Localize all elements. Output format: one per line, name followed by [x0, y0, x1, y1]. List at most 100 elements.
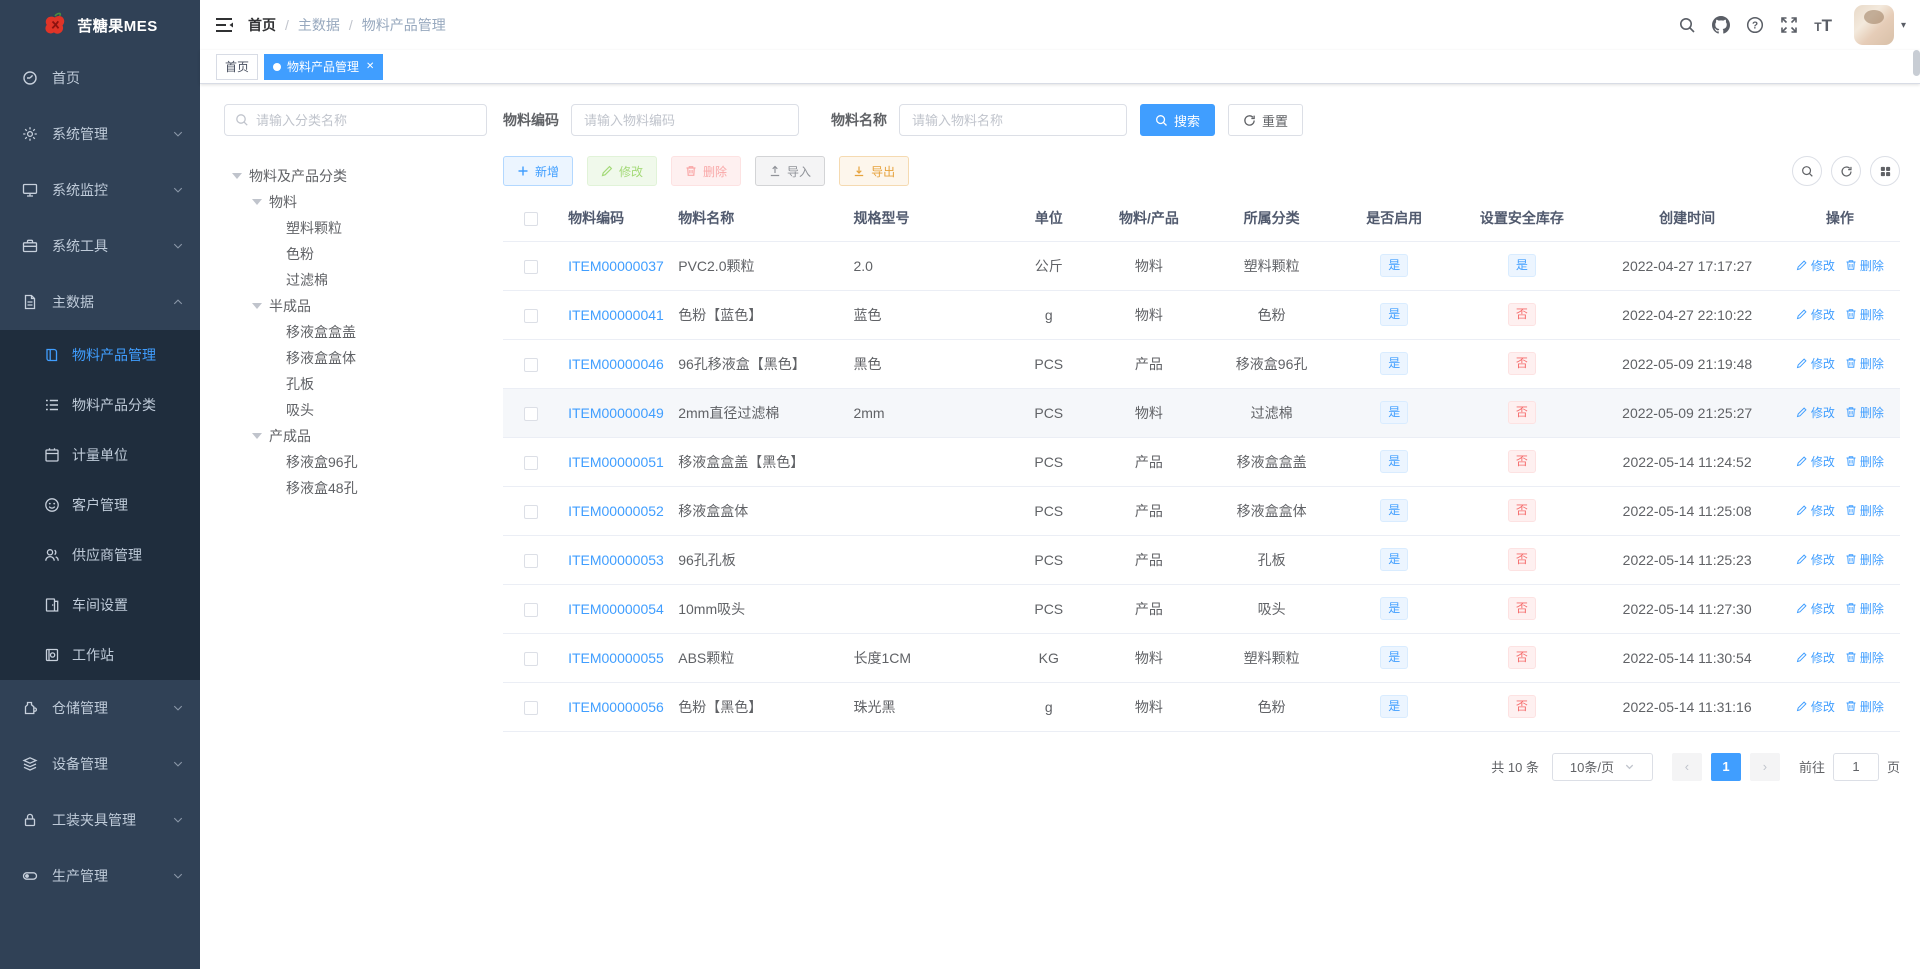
material-code-link[interactable]: ITEM00000046 [568, 356, 664, 372]
font-size-icon[interactable]: TT [1814, 17, 1832, 34]
tree-node-root[interactable]: 物料及产品分类 [224, 163, 487, 189]
breadcrumb-home[interactable]: 首页 [248, 15, 276, 35]
tree-node[interactable]: 过滤棉 [224, 267, 487, 293]
import-button[interactable]: 导入 [755, 156, 826, 186]
material-code-link[interactable]: ITEM00000054 [568, 601, 664, 617]
row-checkbox[interactable] [523, 259, 538, 274]
help-icon[interactable]: ? [1746, 16, 1764, 34]
fullscreen-icon[interactable] [1780, 16, 1798, 34]
sidebar-item-material-category[interactable]: 物料产品分类 [0, 380, 200, 430]
tree-search-input[interactable] [256, 112, 476, 128]
refresh-icon[interactable] [1831, 156, 1861, 186]
row-checkbox[interactable] [523, 700, 538, 715]
row-delete-link[interactable]: 删除 [1845, 551, 1884, 568]
tree-caret-icon[interactable] [252, 303, 262, 309]
goto-page-input[interactable] [1832, 752, 1879, 781]
sidebar-item-home[interactable]: 首页 [0, 50, 200, 106]
sidebar-item-customer-mgmt[interactable]: 客户管理 [0, 480, 200, 530]
material-code-link[interactable]: ITEM00000053 [568, 552, 664, 568]
row-checkbox[interactable] [523, 406, 538, 421]
row-edit-link[interactable]: 修改 [1796, 551, 1835, 568]
scrollbar-thumb[interactable] [1913, 50, 1920, 76]
close-icon[interactable]: ✕ [366, 61, 374, 72]
sidebar-item-workstation[interactable]: 工作站 [0, 630, 200, 680]
columns-icon[interactable] [1870, 156, 1900, 186]
next-page-button[interactable]: › [1749, 752, 1780, 781]
tab-home[interactable]: 首页 [216, 53, 259, 80]
row-edit-link[interactable]: 修改 [1796, 698, 1835, 715]
tree-node[interactable]: 半成品 [224, 293, 487, 319]
row-edit-link[interactable]: 修改 [1796, 257, 1835, 274]
tree-node[interactable]: 物料 [224, 189, 487, 215]
material-code-link[interactable]: ITEM00000049 [568, 405, 664, 421]
row-edit-link[interactable]: 修改 [1796, 355, 1835, 372]
reset-button[interactable]: 重置 [1228, 104, 1304, 136]
search-icon[interactable] [1678, 16, 1696, 34]
row-edit-link[interactable]: 修改 [1796, 453, 1835, 470]
sidebar-item-warehouse-mgmt[interactable]: 仓储管理 [0, 680, 200, 736]
export-button[interactable]: 导出 [839, 156, 910, 186]
tab-material-mgmt[interactable]: 物料产品管理 ✕ [264, 53, 384, 80]
tree-caret-icon[interactable] [252, 433, 262, 439]
row-delete-link[interactable]: 删除 [1845, 649, 1884, 666]
tree-node[interactable]: 孔板 [224, 371, 487, 397]
row-edit-link[interactable]: 修改 [1796, 306, 1835, 323]
delete-button[interactable]: 删除 [671, 156, 742, 186]
row-checkbox[interactable] [523, 553, 538, 568]
row-checkbox[interactable] [523, 651, 538, 666]
select-all-checkbox[interactable] [523, 212, 538, 227]
sidebar-item-fixture-mgmt[interactable]: 工装夹具管理 [0, 792, 200, 848]
row-delete-link[interactable]: 删除 [1845, 355, 1884, 372]
prev-page-button[interactable]: ‹ [1671, 752, 1702, 781]
material-code-link[interactable]: ITEM00000051 [568, 454, 664, 470]
sidebar-item-workshop-setting[interactable]: 车间设置 [0, 580, 200, 630]
material-code-link[interactable]: ITEM00000056 [568, 699, 664, 715]
tree-node[interactable]: 塑料颗粒 [224, 215, 487, 241]
tree-node[interactable]: 色粉 [224, 241, 487, 267]
row-delete-link[interactable]: 删除 [1845, 404, 1884, 421]
github-icon[interactable] [1712, 16, 1731, 34]
material-code-link[interactable]: ITEM00000037 [568, 258, 664, 274]
row-edit-link[interactable]: 修改 [1796, 502, 1835, 519]
search-button[interactable]: 搜索 [1140, 104, 1216, 136]
row-delete-link[interactable]: 删除 [1845, 306, 1884, 323]
tree-node[interactable]: 移液盒96孔 [224, 449, 487, 475]
row-checkbox[interactable] [523, 455, 538, 470]
row-delete-link[interactable]: 删除 [1845, 698, 1884, 715]
sidebar-item-production-mgmt[interactable]: 生产管理 [0, 848, 200, 904]
avatar[interactable] [1853, 5, 1894, 45]
hamburger-icon[interactable] [214, 15, 234, 35]
tree-node[interactable]: 移液盒盒盖 [224, 319, 487, 345]
material-code-input[interactable] [571, 104, 799, 136]
page-size-select[interactable]: 10条/页 [1551, 752, 1653, 781]
row-edit-link[interactable]: 修改 [1796, 404, 1835, 421]
sidebar-item-supplier-mgmt[interactable]: 供应商管理 [0, 530, 200, 580]
material-code-link[interactable]: ITEM00000052 [568, 503, 664, 519]
current-page-button[interactable]: 1 [1710, 752, 1741, 781]
row-checkbox[interactable] [523, 308, 538, 323]
app-logo[interactable]: 苦糖果MES [0, 0, 200, 50]
sidebar-item-material-mgmt[interactable]: 物料产品管理 [0, 330, 200, 380]
row-delete-link[interactable]: 删除 [1845, 600, 1884, 617]
material-name-input[interactable] [899, 104, 1127, 136]
add-button[interactable]: 新增 [503, 156, 574, 186]
row-edit-link[interactable]: 修改 [1796, 649, 1835, 666]
tree-node[interactable]: 产成品 [224, 423, 487, 449]
sidebar-item-system-tools[interactable]: 系统工具 [0, 218, 200, 274]
tree-node[interactable]: 移液盒48孔 [224, 475, 487, 501]
sidebar-item-master-data[interactable]: 主数据 [0, 274, 200, 330]
sidebar-item-measure-unit[interactable]: 计量单位 [0, 430, 200, 480]
tree-node[interactable]: 移液盒盒体 [224, 345, 487, 371]
sidebar-item-device-mgmt[interactable]: 设备管理 [0, 736, 200, 792]
tree-caret-icon[interactable] [252, 199, 262, 205]
row-delete-link[interactable]: 删除 [1845, 257, 1884, 274]
sidebar-item-system-monitor[interactable]: 系统监控 [0, 162, 200, 218]
material-code-link[interactable]: ITEM00000041 [568, 307, 664, 323]
row-checkbox[interactable] [523, 357, 538, 372]
tree-caret-icon[interactable] [232, 173, 242, 179]
row-edit-link[interactable]: 修改 [1796, 600, 1835, 617]
material-code-link[interactable]: ITEM00000055 [568, 650, 664, 666]
sidebar-item-system-mgmt[interactable]: 系统管理 [0, 106, 200, 162]
show-search-icon[interactable] [1792, 156, 1822, 186]
row-delete-link[interactable]: 删除 [1845, 502, 1884, 519]
